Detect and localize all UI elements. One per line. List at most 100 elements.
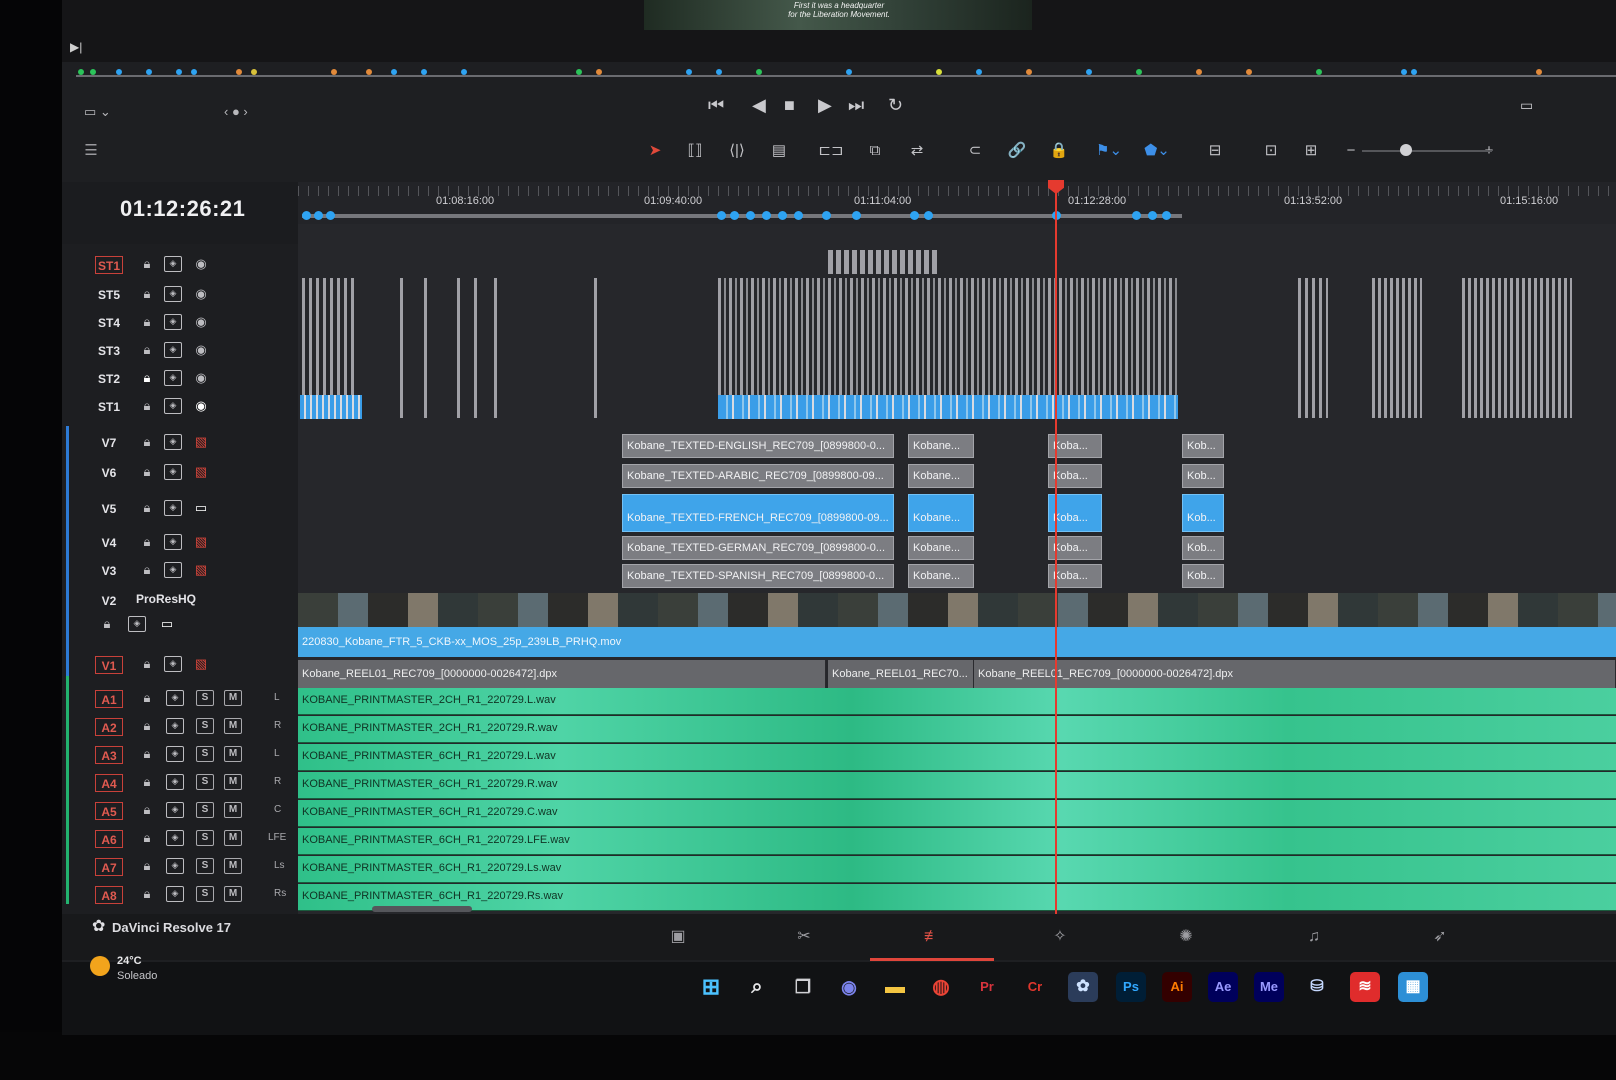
video-clip-selected[interactable]: Kobane_TEXTED-FRENCH_REC709_[0899800-09.…: [622, 494, 894, 532]
audio-clip[interactable]: KOBANE_PRINTMASTER_6CH_R1_220729.L.wav: [298, 744, 1616, 771]
subtitle-clip[interactable]: [594, 278, 597, 418]
video-clip[interactable]: Kobane_TEXTED-ARABIC_REC709_[0899800-09.…: [622, 464, 894, 488]
color-page-icon[interactable]: ✺: [1166, 924, 1206, 950]
auto-select-icon[interactable]: ◈: [166, 774, 184, 790]
selection-tool-icon[interactable]: ➤: [642, 140, 668, 162]
lock-icon[interactable]: 🔒︎: [138, 746, 156, 762]
lock-icon[interactable]: 🔒︎: [138, 830, 156, 846]
marker-dot[interactable]: [176, 69, 182, 75]
auto-select-icon[interactable]: ◈: [128, 616, 146, 632]
track-header-st1-top[interactable]: ST1 🔒︎ ◈ ◉: [62, 250, 298, 278]
timeline-marker[interactable]: [778, 211, 787, 220]
timeline-marker[interactable]: [822, 211, 831, 220]
track-header-st5[interactable]: ST5 🔒︎ ◈ ◉: [62, 280, 298, 308]
marker-dot[interactable]: [1316, 69, 1322, 75]
track-disabled-icon[interactable]: ▧: [192, 434, 210, 450]
marker-dot[interactable]: [191, 69, 197, 75]
track-disabled-icon[interactable]: ▧: [192, 464, 210, 480]
horizontal-scrollbar[interactable]: [372, 906, 472, 912]
lock-icon[interactable]: 🔒︎: [138, 286, 156, 302]
video-clip[interactable]: Kob...: [1182, 536, 1224, 560]
track-header-st2[interactable]: ST2 🔒︎ ◈ ◉: [62, 364, 298, 392]
go-to-start-icon[interactable]: ⏮: [708, 94, 724, 116]
track-header-v3[interactable]: V3 🔒︎ ◈ ▧: [62, 556, 298, 584]
windows-start-icon[interactable]: ⊞: [696, 972, 726, 1002]
marker-dot[interactable]: [976, 69, 982, 75]
deliver-page-icon[interactable]: ➶: [1420, 924, 1460, 950]
marker-dot[interactable]: [756, 69, 762, 75]
auto-select-icon[interactable]: ◈: [164, 342, 182, 358]
v2-clip-thumbnails[interactable]: [298, 593, 1616, 627]
auto-select-icon[interactable]: ◈: [164, 286, 182, 302]
v1-clip[interactable]: Kobane_REEL01_REC709_[0000000-0026472].d…: [974, 660, 1616, 688]
go-to-end-icon[interactable]: ⏭: [848, 94, 864, 116]
video-clip[interactable]: Kobane...: [908, 564, 974, 588]
marker-icon[interactable]: ⬟⌄: [1144, 140, 1170, 162]
track-header-v4[interactable]: V4 🔒︎ ◈ ▧: [62, 528, 298, 556]
marker-dot[interactable]: [1401, 69, 1407, 75]
chat-icon[interactable]: ◉: [834, 972, 864, 1002]
marker-dot[interactable]: [936, 69, 942, 75]
timeline-marker[interactable]: [852, 211, 861, 220]
timeline-marker[interactable]: [314, 211, 323, 220]
track-enabled-icon[interactable]: ▭: [192, 500, 210, 516]
subtitle-clip-group-selected[interactable]: [300, 395, 362, 419]
lock-icon[interactable]: 🔒︎: [138, 886, 156, 902]
lock-icon[interactable]: 🔒︎: [138, 562, 156, 578]
weather-description[interactable]: Soleado: [117, 970, 157, 982]
marker-dot[interactable]: [1246, 69, 1252, 75]
solo-button[interactable]: S: [196, 718, 214, 734]
subtitle-clip-group[interactable]: [1462, 278, 1572, 418]
track-header-a5[interactable]: A5 🔒︎ ◈ S M C: [62, 796, 298, 824]
lock-icon[interactable]: 🔒︎: [138, 500, 156, 516]
weather-temperature[interactable]: 24°C: [117, 955, 142, 967]
zoom-detail-icon[interactable]: ⊡: [1258, 140, 1284, 162]
marker-dot[interactable]: [716, 69, 722, 75]
solo-button[interactable]: S: [196, 886, 214, 902]
marker-dot[interactable]: [78, 69, 84, 75]
auto-select-icon[interactable]: ◈: [166, 746, 184, 762]
solo-button[interactable]: S: [196, 858, 214, 874]
auto-select-icon[interactable]: ◈: [164, 500, 182, 516]
eye-icon[interactable]: ◉: [192, 256, 210, 272]
timeline-marker[interactable]: [1162, 211, 1171, 220]
snapping-icon[interactable]: ⊂: [962, 140, 988, 162]
mute-button[interactable]: M: [224, 718, 242, 734]
auto-select-icon[interactable]: ◈: [164, 370, 182, 386]
audio-clip[interactable]: KOBANE_PRINTMASTER_2CH_R1_220729.L.wav: [298, 688, 1616, 715]
auto-select-icon[interactable]: ◈: [164, 398, 182, 414]
eye-icon[interactable]: ◉: [192, 398, 210, 414]
dynamic-trim-icon[interactable]: ⟨|⟩: [724, 140, 750, 162]
marker-dot[interactable]: [146, 69, 152, 75]
lock-icon[interactable]: 🔒︎: [138, 858, 156, 874]
mute-button[interactable]: M: [224, 690, 242, 706]
fullscreen-icon[interactable]: ▭: [1520, 94, 1533, 116]
mute-button[interactable]: M: [224, 774, 242, 790]
auto-select-icon[interactable]: ◈: [166, 886, 184, 902]
lock-icon[interactable]: 🔒︎: [138, 398, 156, 414]
lock-icon[interactable]: 🔒︎: [138, 370, 156, 386]
marker-dot[interactable]: [1136, 69, 1142, 75]
chrome-icon[interactable]: ◍: [926, 972, 956, 1002]
zoom-out-icon[interactable]: −: [1338, 140, 1364, 162]
video-clip[interactable]: Kob...: [1182, 434, 1224, 458]
mute-button[interactable]: M: [224, 858, 242, 874]
marker-dot[interactable]: [251, 69, 257, 75]
marker-dot[interactable]: [1536, 69, 1542, 75]
blue-app-icon[interactable]: ▦: [1398, 972, 1428, 1002]
auto-select-icon[interactable]: ◈: [164, 562, 182, 578]
auto-select-icon[interactable]: ◈: [166, 718, 184, 734]
track-header-st3[interactable]: ST3 🔒︎ ◈ ◉: [62, 336, 298, 364]
video-clip[interactable]: Kobane...: [908, 464, 974, 488]
audio-clip[interactable]: KOBANE_PRINTMASTER_6CH_R1_220729.R.wav: [298, 772, 1616, 799]
zoom-slider-handle[interactable]: [1400, 144, 1412, 156]
media-page-icon[interactable]: ▣: [658, 924, 698, 950]
lock-icon[interactable]: 🔒︎: [138, 802, 156, 818]
zoom-custom-icon[interactable]: ⊞: [1298, 140, 1324, 162]
network-app-icon[interactable]: ⛁: [1302, 972, 1332, 1002]
timeline-view-options-icon[interactable]: ☰: [78, 140, 104, 162]
marker-dot[interactable]: [421, 69, 427, 75]
video-clip-selected[interactable]: Kob...: [1182, 494, 1224, 532]
solo-button[interactable]: S: [196, 690, 214, 706]
timeline-marker[interactable]: [1148, 211, 1157, 220]
